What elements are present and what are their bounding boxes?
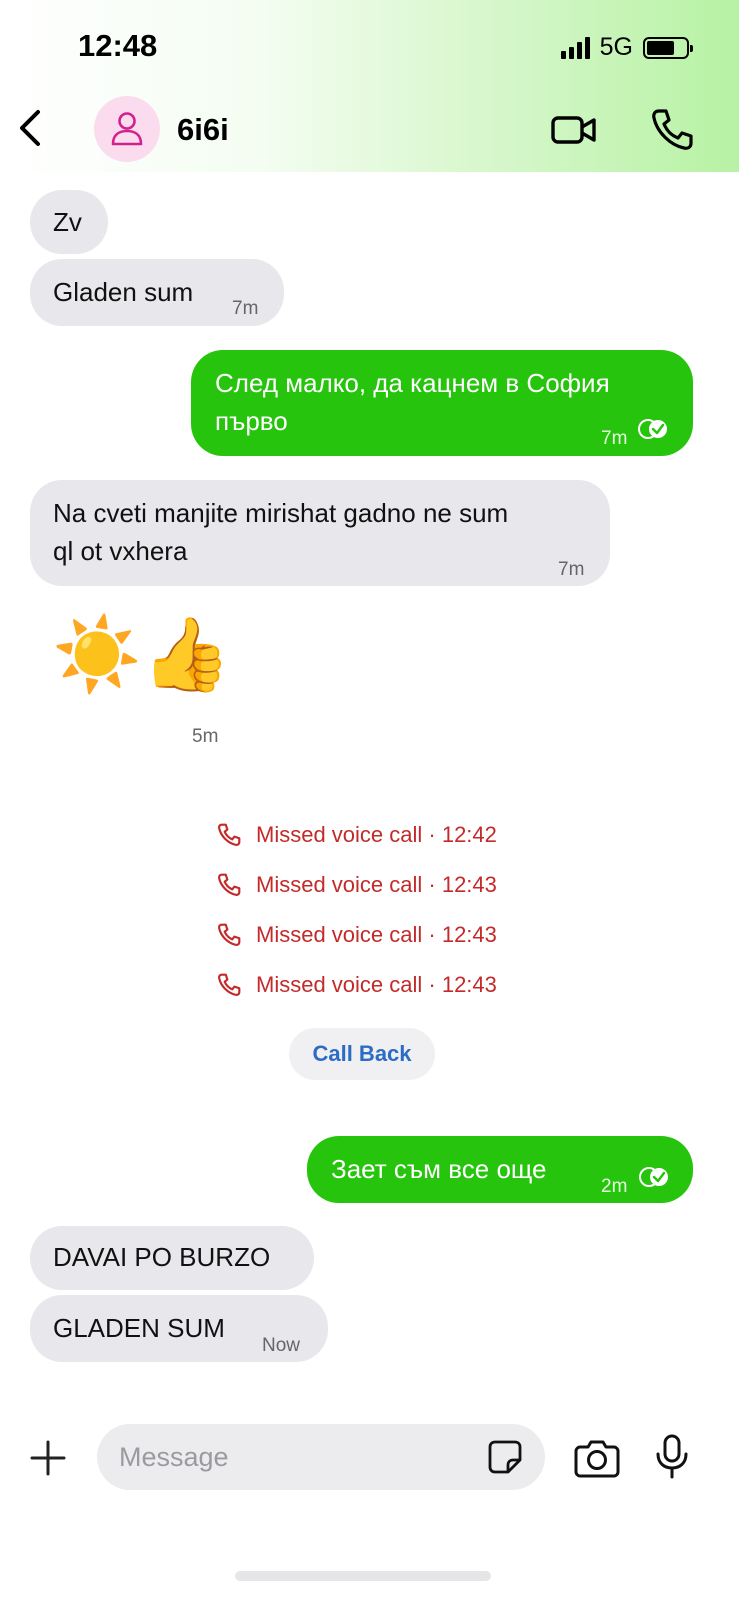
missed-call-label: Missed voice call · 12:42	[256, 822, 497, 847]
message-text: GLADEN SUM	[53, 1313, 225, 1343]
status-indicators: 5G	[560, 33, 693, 62]
person-icon	[111, 112, 143, 146]
message-bubble-incoming[interactable]: Gladen sum 7m	[30, 259, 284, 326]
emoji-text: ☀️👍	[52, 615, 232, 695]
contact-name[interactable]: 6i6i	[177, 112, 229, 148]
message-bubble-incoming[interactable]: Zv	[30, 190, 108, 254]
sticker-icon[interactable]	[487, 1439, 523, 1475]
camera-icon[interactable]	[574, 1438, 620, 1478]
missed-call-icon	[218, 973, 241, 996]
video-call-icon[interactable]	[550, 106, 598, 154]
signal-icon	[560, 36, 590, 59]
message-bubble-incoming[interactable]: GLADEN SUM Now	[30, 1295, 328, 1362]
message-time: 7m	[601, 428, 628, 449]
message-bubble-incoming[interactable]: DAVAI PO BURZO	[30, 1226, 314, 1290]
message-text-line: Na cveti manjite mirishat gadno ne sum	[53, 498, 509, 528]
missed-call-icon	[218, 873, 241, 896]
missed-call-row[interactable]: Missed voice call · 12:43	[216, 872, 497, 898]
call-back-button[interactable]: Call Back	[289, 1028, 435, 1080]
missed-call-label: Missed voice call · 12:43	[256, 872, 497, 897]
message-time: 2m	[601, 1176, 628, 1197]
message-text: DAVAI PO BURZO	[53, 1242, 271, 1272]
status-time: 12:48	[78, 28, 158, 63]
message-bubble-incoming[interactable]: Na cveti manjite mirishat gadno ne sum q…	[30, 480, 610, 586]
message-time: Now	[262, 1335, 301, 1356]
message-text: Zv	[53, 207, 82, 237]
back-chevron-icon[interactable]	[14, 108, 44, 148]
missed-call-icon	[218, 823, 241, 846]
message-text-line: ql ot vxhera	[53, 536, 188, 566]
message-time: 7m	[232, 298, 259, 319]
missed-call-icon	[218, 923, 241, 946]
emoji-message[interactable]: ☀️👍	[52, 610, 231, 700]
message-time: 7m	[558, 559, 585, 580]
network-type: 5G	[599, 33, 633, 61]
battery-icon	[643, 36, 693, 59]
message-text: Зает съм все още	[331, 1154, 547, 1184]
missed-call-label: Missed voice call · 12:43	[256, 922, 497, 947]
missed-call-label: Missed voice call · 12:43	[256, 972, 497, 997]
message-composer[interactable]	[97, 1424, 545, 1490]
message-time: 5m	[192, 726, 219, 747]
missed-call-row[interactable]: Missed voice call · 12:43	[216, 922, 497, 948]
missed-call-row[interactable]: Missed voice call · 12:43	[216, 972, 497, 998]
plus-icon[interactable]	[28, 1438, 68, 1478]
message-input[interactable]	[119, 1436, 459, 1478]
message-text: Gladen sum	[53, 277, 194, 307]
message-text-line: След малко, да кацнем в София	[215, 368, 610, 398]
microphone-icon[interactable]	[654, 1434, 690, 1480]
missed-call-row[interactable]: Missed voice call · 12:42	[216, 822, 497, 848]
message-bubble-outgoing[interactable]: След малко, да кацнем в София първо 7m	[191, 350, 693, 456]
avatar[interactable]	[94, 96, 160, 162]
message-bubble-outgoing[interactable]: Зает съм все още 2m	[307, 1136, 693, 1203]
home-indicator	[235, 1571, 491, 1581]
read-receipt-icon	[639, 1167, 668, 1187]
phone-call-icon[interactable]	[648, 106, 696, 154]
read-receipt-icon	[638, 419, 667, 439]
